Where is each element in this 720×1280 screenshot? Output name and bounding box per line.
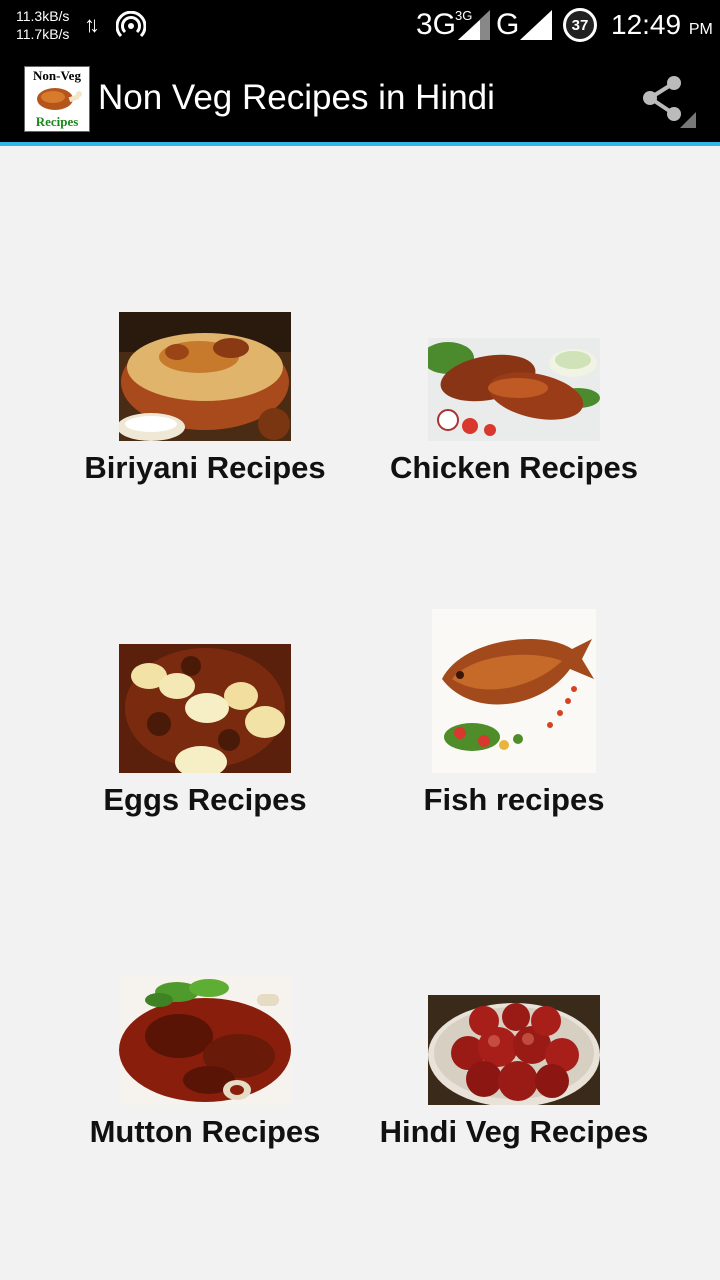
- upload-speed: 11.3kB/s: [16, 8, 70, 24]
- overflow-indicator-icon: [680, 112, 696, 128]
- status-bar: 11.3kB/s 11.7kB/s ↑↓ 3G 3G G 37 12:49 PM: [0, 0, 720, 50]
- download-speed: 11.7kB/s: [16, 26, 70, 42]
- category-label: Biriyani Recipes: [84, 450, 326, 485]
- mutton-image: [119, 976, 291, 1105]
- action-bar: Non-Veg Recipes Non Veg Recipes in Hindi: [0, 50, 720, 146]
- eggs-image: [119, 644, 291, 773]
- signal-strength-icon-2: [520, 10, 552, 40]
- battery-icon: 37: [563, 8, 597, 42]
- category-veg[interactable]: Hindi Veg Recipes: [354, 976, 674, 1156]
- category-fish[interactable]: Fish recipes: [354, 609, 674, 824]
- category-label: Eggs Recipes: [103, 782, 307, 817]
- network-type-g: G: [496, 8, 520, 41]
- data-transfer-icon: ↑↓: [84, 12, 100, 37]
- category-label: Hindi Veg Recipes: [379, 1114, 649, 1149]
- category-mutton[interactable]: Mutton Recipes: [45, 976, 365, 1156]
- network-type-3g: 3G: [416, 8, 457, 41]
- biriyani-image: [119, 312, 291, 441]
- app-logo-bottom-text: Recipes: [35, 114, 79, 129]
- clock-time: 12:49: [611, 9, 682, 40]
- app-logo[interactable]: Non-Veg Recipes: [24, 66, 90, 132]
- app-logo-top-text: Non-Veg: [33, 68, 81, 83]
- share-icon[interactable]: [638, 74, 686, 124]
- category-label: Fish recipes: [423, 782, 605, 817]
- fish-image: [432, 609, 596, 773]
- category-grid: Biriyani Recipes Chicken Recipes Eggs Re…: [0, 150, 720, 1280]
- veg-image: [428, 995, 600, 1105]
- chicken-leg-icon: [37, 88, 82, 110]
- network-speed: 11.3kB/s 11.7kB/s: [16, 7, 69, 43]
- category-label: Mutton Recipes: [89, 1114, 321, 1149]
- category-label: Chicken Recipes: [389, 450, 639, 485]
- category-biriyani[interactable]: Biriyani Recipes: [45, 312, 365, 492]
- chicken-image: [428, 338, 600, 441]
- signal-strength-icon: [458, 10, 490, 40]
- clock-ampm: PM: [688, 21, 713, 38]
- category-chicken[interactable]: Chicken Recipes: [354, 312, 674, 492]
- category-eggs[interactable]: Eggs Recipes: [45, 644, 365, 824]
- clock: 12:49 PM: [611, 9, 713, 41]
- hotspot-icon: [116, 11, 146, 38]
- app-title: Non Veg Recipes in Hindi: [98, 78, 495, 117]
